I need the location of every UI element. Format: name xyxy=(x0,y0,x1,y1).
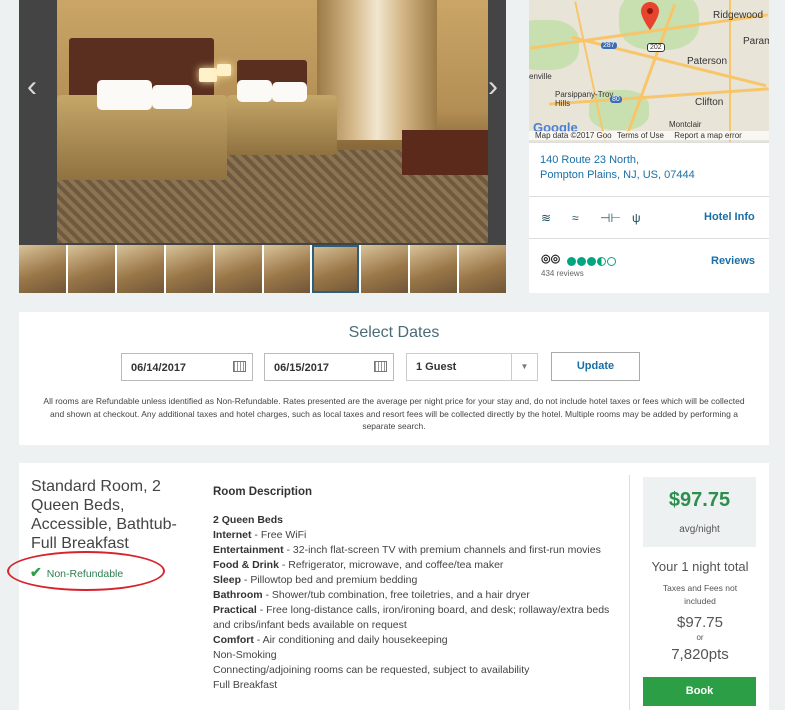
photo-thumbnail[interactable] xyxy=(459,245,507,293)
highway-shield: 287 xyxy=(601,42,617,49)
map-label: Param xyxy=(743,36,769,47)
extra-line: Connecting/adjoining rooms can be reques… xyxy=(213,664,530,676)
highway-shield: 202 xyxy=(647,43,665,52)
photo-thumbnail[interactable] xyxy=(19,245,66,293)
room-card: Standard Room, 2 Queen Beds, Accessible,… xyxy=(7,463,769,710)
guests-value: 1 Guest xyxy=(416,361,457,373)
photo-thumbnail[interactable] xyxy=(361,245,409,293)
room-description: Room Description 2 Queen Beds Internet -… xyxy=(213,485,613,693)
review-count: 434 reviews xyxy=(541,269,584,278)
fitness-icon: ⊣⊢ xyxy=(600,211,621,225)
checkout-date-field[interactable]: 06/15/2017 xyxy=(264,353,394,381)
map-report-link[interactable]: Report a map error xyxy=(674,131,742,140)
photo-thumbnail[interactable] xyxy=(67,245,115,293)
nightly-price: $97.75 xyxy=(668,489,731,511)
calendar-icon[interactable] xyxy=(374,361,387,372)
feature-bathroom: Bathroom - Shower/tub combination, free … xyxy=(213,589,530,601)
map-pin-icon xyxy=(641,2,659,30)
pool-icon: ≈ xyxy=(572,211,579,225)
extra-line: Non-Smoking xyxy=(213,649,277,661)
feature-comfort: Comfort - Air conditioning and daily hou… xyxy=(213,634,448,646)
bed-type: 2 Queen Beds xyxy=(213,514,284,526)
photo-thumbnail[interactable] xyxy=(410,245,458,293)
amenities-card: ≋ ≈ ⊣⊢ ψ Hotel Info xyxy=(529,196,769,238)
taxes-note: Taxes and Fees not included xyxy=(662,583,738,606)
select-dates-title: Select Dates xyxy=(348,324,440,341)
feature-internet: Internet - Free WiFi xyxy=(213,529,307,541)
map-footer: Map data ©2017 Goo Terms of Use Report a… xyxy=(529,131,769,140)
total-label: Your 1 night total xyxy=(651,559,749,574)
map-terms-link[interactable]: Terms of Use xyxy=(617,131,664,140)
or-separator: or xyxy=(696,633,704,642)
highway-shield: 80 xyxy=(610,96,622,103)
feature-sleep: Sleep - Pillowtop bed and premium beddin… xyxy=(213,574,418,586)
checkin-date-value: 06/14/2017 xyxy=(131,362,187,374)
total-price: $97.75 xyxy=(677,614,723,631)
photo-thumbnail-selected[interactable] xyxy=(312,245,360,293)
map-label: enville xyxy=(529,72,552,81)
book-button[interactable]: Book xyxy=(643,677,756,706)
rate-disclaimer: All rooms are Refundable unless identifi… xyxy=(43,396,745,432)
hotel-info-link[interactable]: Hotel Info xyxy=(704,211,755,223)
reviews-link[interactable]: Reviews xyxy=(711,255,755,267)
feature-food-drink: Food & Drink - Refrigerator, microwave, … xyxy=(213,559,504,571)
price-box: $97.75 avg/night xyxy=(643,477,756,547)
chevron-down-icon[interactable]: ▼ xyxy=(511,354,537,380)
tripadvisor-owl-icon: ◎◎ xyxy=(541,253,561,265)
checkin-date-field[interactable]: 06/14/2017 xyxy=(121,353,253,381)
map-label: Clifton xyxy=(695,97,724,108)
photo-thumbnail[interactable] xyxy=(263,245,311,293)
calendar-icon[interactable] xyxy=(233,361,246,372)
room-title: Standard Room, 2 Queen Beds, Accessible,… xyxy=(31,478,177,552)
location-map[interactable]: Ridgewood Param Paterson Clifton Montcla… xyxy=(529,0,769,142)
thumbnail-strip xyxy=(19,245,507,293)
previous-photo-arrow-icon[interactable]: ‹ xyxy=(27,70,37,104)
room-description-heading: Room Description xyxy=(213,486,313,498)
extra-line: Full Breakfast xyxy=(213,679,278,691)
map-label: Montclair xyxy=(669,120,702,129)
vertical-divider xyxy=(629,475,630,710)
update-button[interactable]: Update xyxy=(551,352,640,381)
address-line-1[interactable]: 140 Route 23 North, xyxy=(540,154,639,166)
photo-thumbnail[interactable] xyxy=(116,245,164,293)
photo-thumbnail[interactable] xyxy=(165,245,213,293)
checkout-date-value: 06/15/2017 xyxy=(274,362,330,374)
map-label: Ridgewood xyxy=(713,10,764,21)
photo-thumbnail[interactable] xyxy=(214,245,262,293)
wifi-icon: ≋ xyxy=(541,211,552,225)
date-selector: Select Dates 06/14/2017 06/15/2017 1 Gue… xyxy=(19,312,769,445)
price-unit: avg/night xyxy=(679,524,720,535)
feature-entertainment: Entertainment - 32-inch flat-screen TV w… xyxy=(213,544,601,556)
main-room-photo xyxy=(57,0,488,243)
reviews-card: ◎◎ 434 reviews Reviews xyxy=(529,238,769,293)
address-card: 140 Route 23 North, Pompton Plains, NJ, … xyxy=(529,142,769,196)
highlight-annotation-oval xyxy=(7,551,165,591)
points-price: 7,820pts xyxy=(671,646,729,663)
restaurant-icon: ψ xyxy=(632,211,641,225)
feature-practical: Practical - Free long-distance calls, ir… xyxy=(213,604,610,631)
guests-select[interactable]: 1 Guest ▼ xyxy=(406,353,538,381)
map-attribution: Map data ©2017 Goo xyxy=(535,131,612,140)
next-photo-arrow-icon[interactable]: › xyxy=(488,70,498,104)
address-line-2[interactable]: Pompton Plains, NJ, US, 07444 xyxy=(540,169,695,181)
map-label: Paterson xyxy=(687,56,728,67)
